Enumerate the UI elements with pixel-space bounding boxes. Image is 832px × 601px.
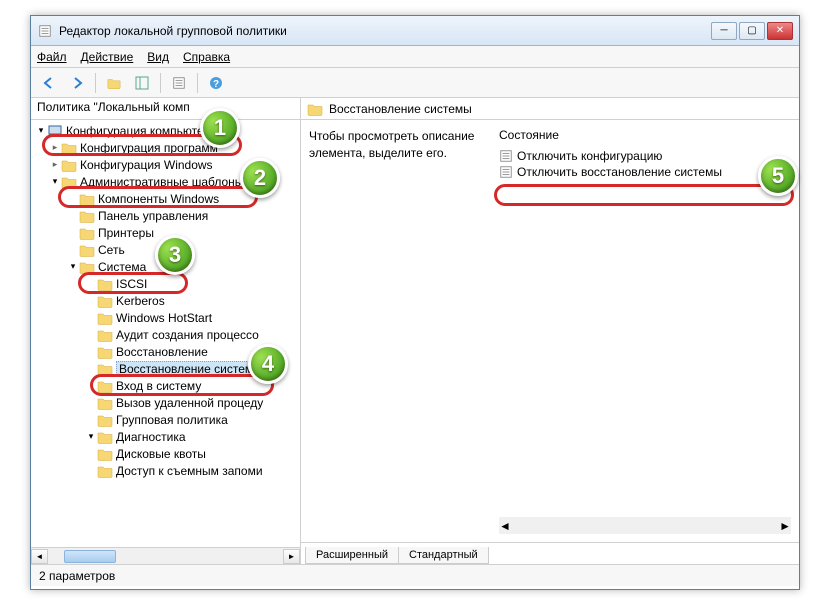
badge-3: 3 xyxy=(155,235,195,275)
settings-list: Состояние Отключить конфигурациюОтключит… xyxy=(499,128,791,534)
scroll-left-button[interactable]: ◄ xyxy=(31,549,48,564)
tree-hscrollbar[interactable]: ◄ ► xyxy=(31,547,300,564)
scroll-thumb[interactable] xyxy=(64,550,116,563)
statusbar: 2 параметров xyxy=(31,564,799,586)
tab-extended[interactable]: Расширенный xyxy=(305,547,399,564)
badge-4: 4 xyxy=(248,344,288,384)
list-item[interactable]: Отключить конфигурацию xyxy=(499,148,791,164)
menu-help[interactable]: Справка xyxy=(183,50,230,64)
tree-item[interactable]: ISCSI xyxy=(31,275,300,292)
menu-file[interactable]: Файл xyxy=(37,50,67,64)
tree-item[interactable]: Вызов удаленной процеду xyxy=(31,394,300,411)
tab-standard[interactable]: Стандартный xyxy=(399,547,489,564)
description-pane: Чтобы просмотреть описание элемента, выд… xyxy=(309,128,489,534)
window-title: Редактор локальной групповой политики xyxy=(59,24,711,38)
scroll-right-button[interactable]: ► xyxy=(779,519,791,533)
tree-item[interactable]: Групповая политика xyxy=(31,411,300,428)
help-button[interactable]: ? xyxy=(204,71,228,95)
tree-item[interactable]: ▾Диагностика xyxy=(31,428,300,445)
tree-root[interactable]: ▾Конфигурация компьютера xyxy=(31,122,300,139)
toolbar: ? xyxy=(31,68,799,98)
app-icon xyxy=(37,23,53,39)
tree-item[interactable]: Kerberos xyxy=(31,292,300,309)
back-button[interactable] xyxy=(37,71,61,95)
menu-view[interactable]: Вид xyxy=(147,50,169,64)
status-text: 2 параметров xyxy=(39,569,115,583)
content-area: Политика "Локальный комп ▾Конфигурация к… xyxy=(31,98,799,564)
scroll-right-button[interactable]: ► xyxy=(283,549,300,564)
menu-action[interactable]: Действие xyxy=(81,50,134,64)
folder-icon xyxy=(307,102,323,116)
badge-1: 1 xyxy=(200,108,240,148)
right-panel-header: Восстановление системы xyxy=(301,98,799,120)
tree-item[interactable]: Аудит создания процессо xyxy=(31,326,300,343)
badge-2: 2 xyxy=(240,158,280,198)
show-tree-button[interactable] xyxy=(130,71,154,95)
tabs: Расширенный Стандартный xyxy=(301,542,799,564)
list-hscrollbar[interactable]: ◄ ► xyxy=(499,517,791,534)
maximize-button[interactable]: ▢ xyxy=(739,22,765,40)
scroll-left-button[interactable]: ◄ xyxy=(499,519,511,533)
svg-text:?: ? xyxy=(213,79,219,90)
tree-item[interactable]: Панель управления xyxy=(31,207,300,224)
export-button[interactable] xyxy=(167,71,191,95)
tree-item[interactable]: Дисковые квоты xyxy=(31,445,300,462)
minimize-button[interactable]: ─ xyxy=(711,22,737,40)
tree-item[interactable]: Доступ к съемным запоми xyxy=(31,462,300,479)
titlebar[interactable]: Редактор локальной групповой политики ─ … xyxy=(31,16,799,46)
tree-item[interactable]: ▸Конфигурация программ xyxy=(31,139,300,156)
list-item[interactable]: Отключить восстановление системы xyxy=(499,164,791,180)
window: Редактор локальной групповой политики ─ … xyxy=(30,15,800,590)
close-button[interactable]: ✕ xyxy=(767,22,793,40)
tree-item[interactable]: Windows HotStart xyxy=(31,309,300,326)
right-panel-title: Восстановление системы xyxy=(329,102,472,116)
right-panel: Восстановление системы Чтобы просмотреть… xyxy=(301,98,799,564)
menubar: Файл Действие Вид Справка xyxy=(31,46,799,68)
up-button[interactable] xyxy=(102,71,126,95)
description-text: Чтобы просмотреть описание элемента, выд… xyxy=(309,128,489,162)
badge-5: 5 xyxy=(758,156,798,196)
forward-button[interactable] xyxy=(65,71,89,95)
tree-header[interactable]: Политика "Локальный комп xyxy=(31,98,300,120)
column-header-state[interactable]: Состояние xyxy=(499,128,791,142)
